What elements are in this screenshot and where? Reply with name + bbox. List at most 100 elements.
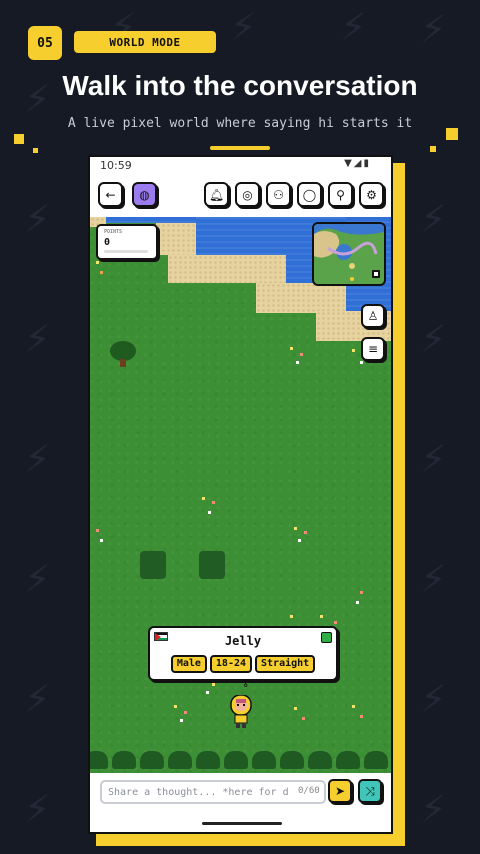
person-icon: ⚲ (336, 187, 345, 202)
back-button[interactable]: ← (98, 182, 123, 207)
hedge (196, 751, 220, 769)
flower (360, 591, 363, 594)
flower (294, 707, 297, 710)
flower (294, 527, 297, 530)
hedge (280, 751, 304, 769)
flower (100, 271, 103, 274)
gear-icon: ⚙ (366, 187, 377, 202)
chat-button[interactable]: ◯ (297, 182, 322, 207)
sand-area (168, 255, 286, 283)
status-bar: 10:59 ▼◢▮ (90, 157, 391, 175)
flower (352, 349, 355, 352)
pixel-world-map[interactable]: POINTS 0 ♙ ≡ Jelly Male 18-24 Straight ⚷ (90, 217, 391, 773)
hedge (140, 751, 164, 769)
bolt-icon: ⚡ (24, 197, 51, 241)
flower (334, 621, 337, 624)
hedge (336, 751, 360, 769)
shuffle-button[interactable]: ⤨ (358, 779, 382, 803)
step-number-badge: 05 (28, 26, 62, 60)
hedge (90, 751, 108, 769)
bolt-icon: ⚡ (340, 5, 367, 49)
bolt-icon: ⚡ (24, 317, 51, 361)
flower (296, 361, 299, 364)
user-tags: Male 18-24 Straight (150, 655, 336, 673)
flower (356, 601, 359, 604)
flower (100, 539, 103, 542)
flower (290, 347, 293, 350)
minimap-graphic (314, 224, 384, 281)
wifi-icon: ▼ (344, 158, 354, 169)
bush (140, 551, 166, 579)
points-value: 0 (104, 237, 111, 248)
player-avatar[interactable] (230, 694, 252, 729)
people-icon: ⚇ (273, 187, 284, 202)
bolt-icon: ⚡ (420, 7, 447, 51)
bolt-icon: ⚡ (420, 317, 447, 361)
flower (212, 501, 215, 504)
minimap[interactable] (312, 222, 386, 286)
world-toggle-button[interactable]: ◍ (132, 182, 157, 207)
outfit-button[interactable]: ♙ (361, 304, 385, 328)
bolt-icon: ⚡ (24, 557, 51, 601)
phone-mockup: 10:59 ▼◢▮ ← ◍ 🔔︎ ◎ ⚇ ◯ ⚲ ⚙ POINTS 0 ♙ ≡ … (88, 155, 393, 834)
avatar-sprite (230, 694, 252, 728)
flower (212, 683, 215, 686)
profile-button[interactable]: ⚲ (328, 182, 353, 207)
list-icon: ≡ (367, 342, 379, 356)
flower (360, 361, 363, 364)
hedge (364, 751, 388, 769)
flower (208, 511, 211, 514)
bell-icon: 🔔︎ (208, 187, 225, 202)
tree (110, 341, 136, 361)
bolt-icon: ⚡ (420, 437, 447, 481)
accent-divider (210, 146, 270, 150)
orientation-tag: Straight (255, 655, 316, 673)
arrow-left-icon: ← (105, 187, 116, 202)
sand-area (156, 223, 196, 255)
pixel-decoration (446, 128, 458, 140)
friends-button[interactable]: ⚇ (266, 182, 291, 207)
flower (184, 711, 187, 714)
bolt-icon: ⚡ (230, 5, 257, 49)
chat-bubble-icon: ◯ (302, 187, 317, 202)
hedge (168, 751, 192, 769)
points-card: POINTS 0 (96, 224, 158, 260)
notifications-button[interactable]: 🔔︎ (204, 182, 229, 207)
settings-button[interactable]: ⚙ (359, 182, 384, 207)
tree-trunk (120, 359, 126, 367)
mode-label: WORLD MODE (74, 31, 216, 53)
status-time: 10:59 (100, 159, 132, 172)
flower (96, 529, 99, 532)
bolt-icon: ⚡ (24, 437, 51, 481)
flower (202, 497, 205, 500)
bolt-icon: ⚡ (420, 677, 447, 721)
send-icon: ➤ (334, 784, 346, 798)
flower (298, 539, 301, 542)
send-button[interactable]: ➤ (328, 779, 352, 803)
page-title: Walk into the conversation (62, 70, 418, 101)
flower (352, 705, 355, 708)
flower (320, 615, 323, 618)
page-subtitle: A live pixel world where saying hi start… (67, 116, 413, 131)
points-progress-bar (104, 250, 148, 253)
flower (180, 719, 183, 722)
pixel-decoration (430, 146, 436, 152)
flower (304, 531, 307, 534)
home-indicator (202, 822, 282, 825)
bush (199, 551, 225, 579)
user-profile-card[interactable]: Jelly Male 18-24 Straight (148, 626, 338, 681)
bolt-icon: ⚡ (420, 557, 447, 601)
menu-button[interactable]: ≡ (361, 337, 385, 361)
top-toolbar: ← ◍ 🔔︎ ◎ ⚇ ◯ ⚲ ⚙ (90, 175, 391, 215)
message-composer: 0/60 ➤ ⤨ (90, 773, 391, 819)
flower (302, 717, 305, 720)
bolt-icon: ⚡ (24, 677, 51, 721)
flower (360, 715, 363, 718)
explore-button[interactable]: ◎ (235, 182, 260, 207)
battery-icon: ▮ (363, 158, 371, 169)
hedge (112, 751, 136, 769)
bolt-icon: ⚡ (420, 787, 447, 831)
flower (174, 705, 177, 708)
flower (290, 615, 293, 618)
thought-input[interactable] (100, 780, 326, 804)
